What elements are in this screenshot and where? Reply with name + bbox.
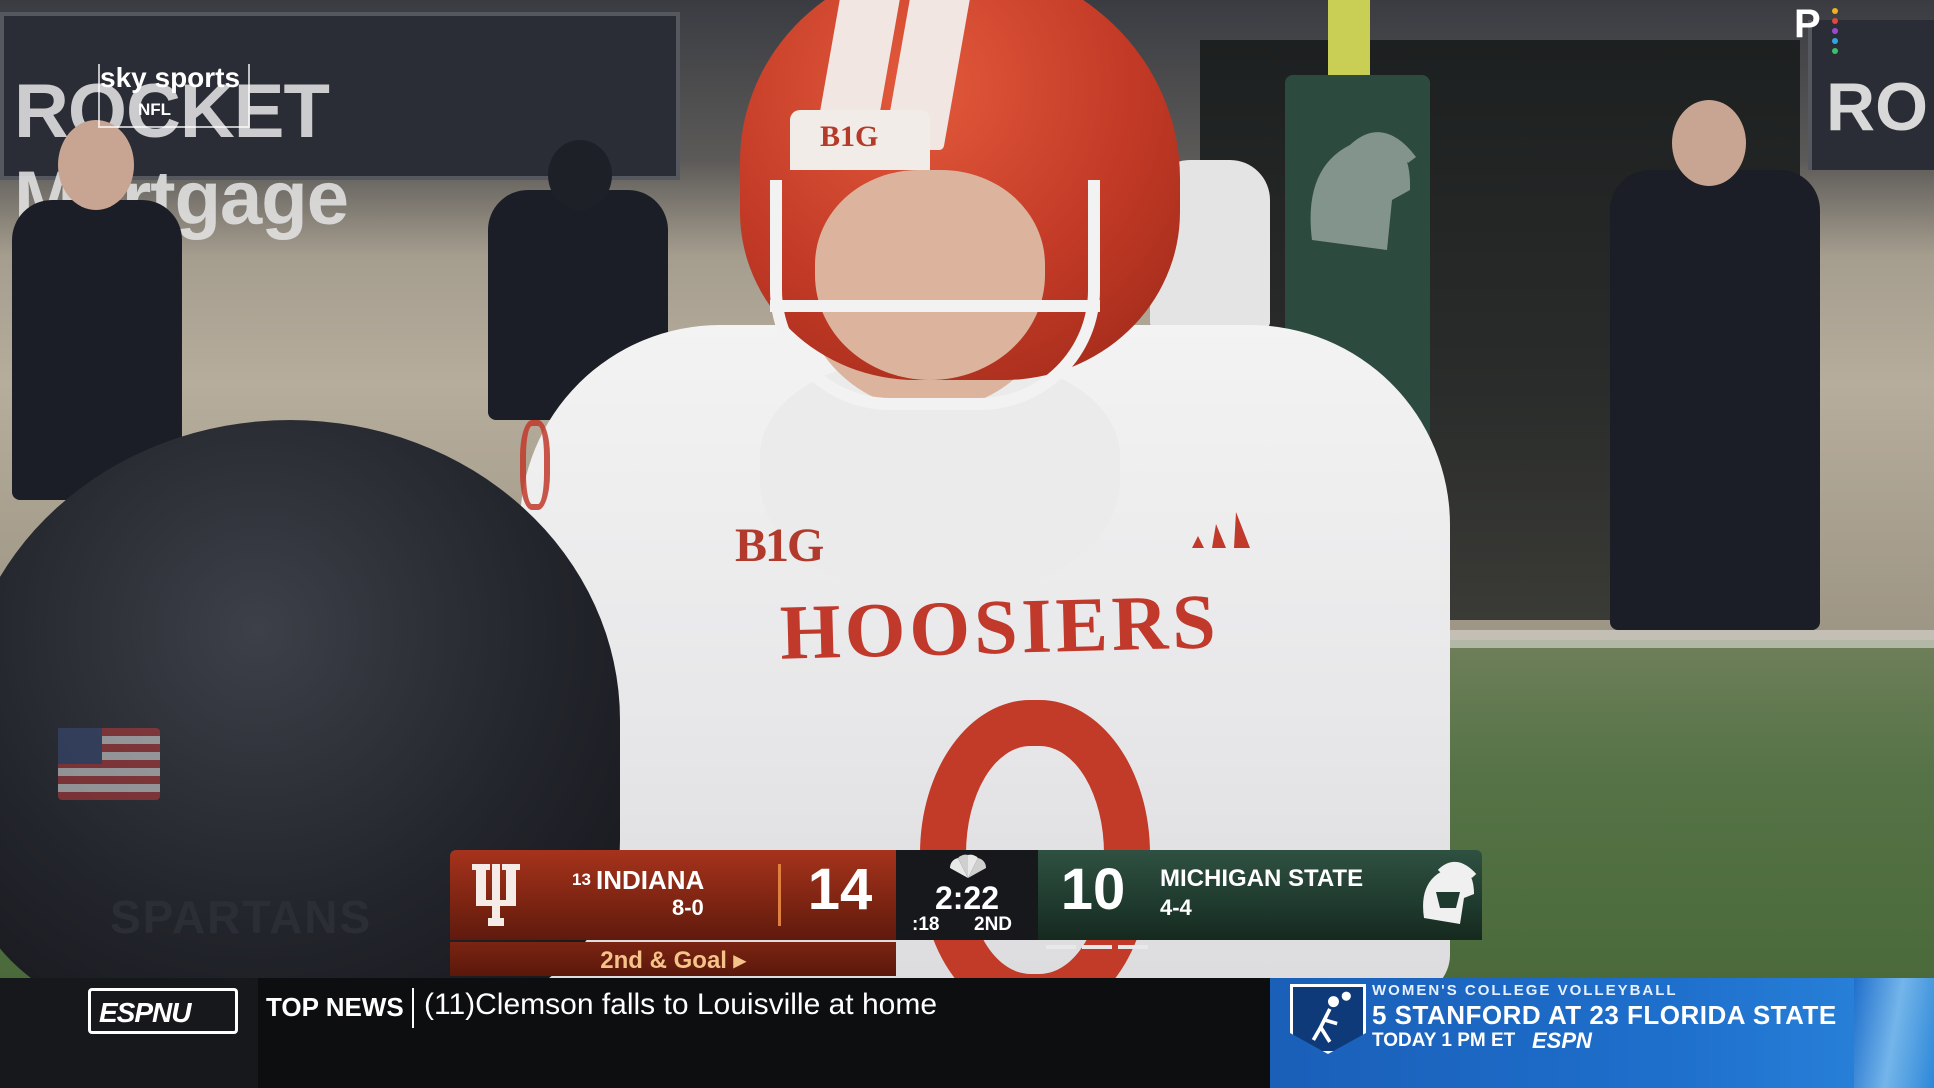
sideline-stripe <box>1400 630 1934 648</box>
away-team-name: MICHIGAN STATE <box>1160 865 1364 892</box>
peacock-logo-letter: P <box>1794 2 1821 46</box>
ncaa-volleyball-icon <box>1290 984 1366 1054</box>
home-team-record: 8-0 <box>672 895 704 920</box>
scorebug: 13 INDIANA 8-0 14 2:22 :18 2ND 10 MICHIG… <box>450 850 1482 976</box>
away-team-panel: 10 MICHIGAN STATE 4-4 <box>1038 850 1482 940</box>
home-timeouts <box>780 936 888 949</box>
clock-subrow: :18 2ND <box>896 914 1038 938</box>
sideline-person-head <box>1672 100 1746 186</box>
espnu-logo: ESPNU <box>88 988 238 1034</box>
away-timeouts <box>1046 936 1154 949</box>
jersey-hoosiers-text: HOOSIERS <box>778 577 1221 676</box>
promo-eyebrow: WOMEN'S COLLEGE VOLLEYBALL <box>1372 982 1678 999</box>
helmet-facemask <box>770 180 1100 410</box>
peacock-logo: P <box>1794 2 1844 54</box>
promo-network-logo: ESPN <box>1532 1028 1592 1053</box>
sleeve-number <box>520 420 550 510</box>
timeout-indicator <box>1118 945 1148 949</box>
spartan-helmet-icon <box>1310 132 1416 250</box>
promo-panel: WOMEN'S COLLEGE VOLLEYBALL 5 STANFORD AT… <box>1270 978 1934 1088</box>
possession-indicator <box>778 864 781 926</box>
timeout-indicator <box>1082 945 1112 949</box>
game-quarter: 2ND <box>974 914 1013 935</box>
sideline-person-head <box>548 140 612 210</box>
ticker-headline: (11)Clemson falls to Louisville at home <box>424 988 938 1021</box>
away-team-score: 10 <box>1060 857 1126 922</box>
sky-sports-wordmark: sky sports <box>100 62 241 93</box>
opponent-helmet-text: SPARTANS <box>110 891 373 943</box>
sky-sports-logo: sky sports NFL <box>98 62 250 128</box>
down-distance: 2nd & Goal ▸ <box>600 947 746 974</box>
spartan-helmet-icon <box>1423 862 1477 924</box>
peacock-dot-icon <box>1832 18 1838 24</box>
sideline-person-head <box>58 120 134 210</box>
home-team-name: INDIANA <box>596 865 705 895</box>
home-team-rank: 13 <box>572 870 591 889</box>
ad-board-right-text: RO <box>1826 69 1928 145</box>
play-clock: :18 <box>912 914 940 935</box>
sideline-person <box>1610 170 1820 630</box>
helmet-front-bumper: B1G <box>790 110 930 170</box>
bottom-ticker: ESPNU TOP NEWS (11)Clemson falls to Loui… <box>0 978 1934 1088</box>
indiana-trident-icon <box>472 864 520 926</box>
jersey-big10-logo: B1G <box>735 519 824 572</box>
sky-sports-nfl-label: NFL <box>138 100 172 119</box>
game-clock-panel: 2:22 :18 2ND <box>896 850 1038 940</box>
nbc-peacock-icon <box>949 854 987 878</box>
home-team-score: 14 <box>807 857 873 922</box>
peacock-dot-icon <box>1832 8 1838 14</box>
game-clock: 2:22 <box>934 880 1000 916</box>
us-flag-decal-icon <box>58 728 160 800</box>
promo-time: TODAY 1 PM ET <box>1372 1030 1516 1051</box>
ticker-label: TOP NEWS <box>266 992 404 1022</box>
espnu-logo-text: ESPNU <box>99 997 191 1028</box>
volleyball-player-icon <box>1311 991 1351 1043</box>
helmet-big10-logo: B1G <box>820 120 879 153</box>
facemask-bar <box>770 300 1100 312</box>
peacock-dot-icon <box>1832 48 1838 54</box>
down-distance-bar: 2nd & Goal ▸ <box>450 942 896 976</box>
ticker-separator <box>412 988 414 1028</box>
video-frame: ROCKET Mortgage RO B1G B1G HOOSIERS SPAR… <box>0 0 1934 978</box>
peacock-dot-icon <box>1832 38 1838 44</box>
ticker-network-block: ESPNU <box>0 978 258 1088</box>
home-team-panel: 13 INDIANA 8-0 14 <box>450 850 896 940</box>
peacock-dot-icon <box>1832 28 1838 34</box>
adidas-icon <box>1192 512 1250 548</box>
promo-matchup: 5 STANFORD AT 23 FLORIDA STATE <box>1372 1000 1837 1030</box>
away-team-record: 4-4 <box>1160 895 1192 920</box>
timeout-indicator <box>1046 945 1076 949</box>
